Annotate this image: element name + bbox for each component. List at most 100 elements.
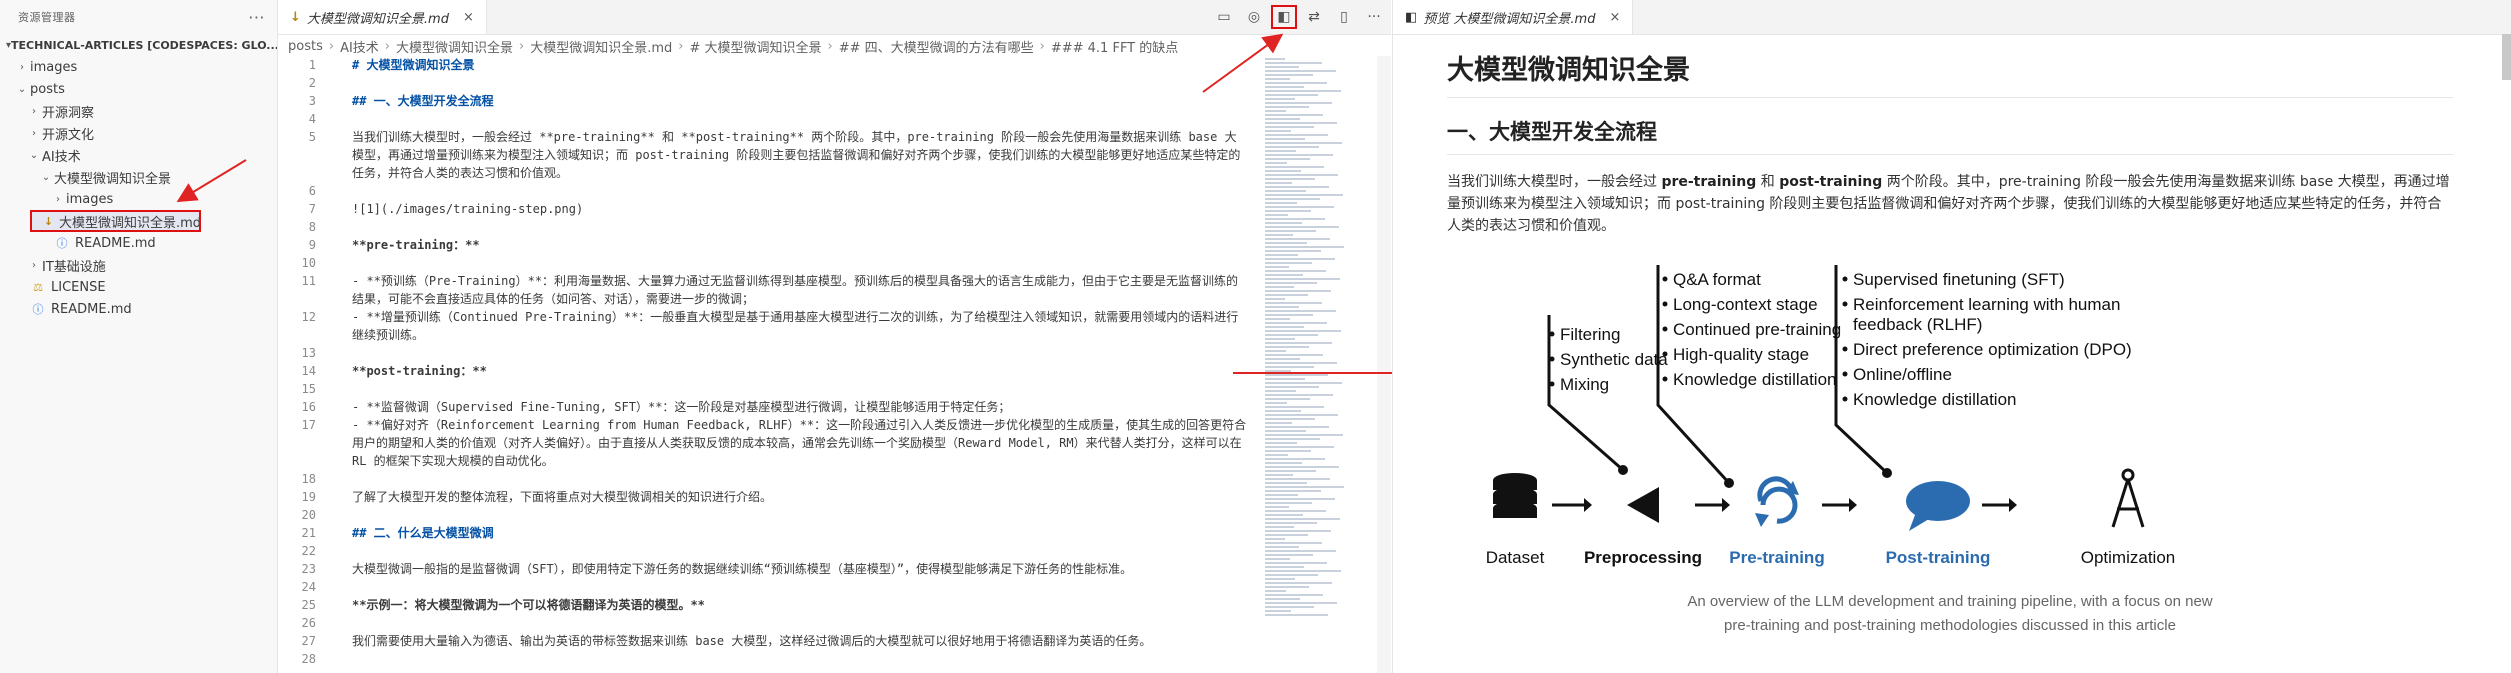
- minimap-line: [1265, 214, 1288, 216]
- stage-label: Optimization: [2081, 548, 2175, 567]
- code-line[interactable]: 10: [278, 254, 1258, 272]
- minimap-line: [1265, 82, 1327, 84]
- code-line[interactable]: 7 ![1](./images/training-step.png): [278, 200, 1258, 218]
- editor-scrollbar[interactable]: [1377, 56, 1391, 673]
- chevron-right-icon: ›: [519, 38, 525, 54]
- minimap-line: [1265, 126, 1314, 128]
- code-line[interactable]: 26: [278, 614, 1258, 632]
- preview-tab[interactable]: ◧ 预览 大模型微调知识全景.md ×: [1393, 0, 1634, 34]
- close-icon[interactable]: ×: [463, 10, 474, 25]
- refresh-icon: [1755, 513, 1769, 527]
- minimap-line: [1265, 462, 1302, 464]
- minimap-line: [1265, 458, 1325, 460]
- code-line[interactable]: 2: [278, 74, 1258, 92]
- tree-folder[interactable]: › images: [0, 56, 277, 78]
- code-line[interactable]: 25 **示例一：将大模型微调为一个可以将德语翻译为英语的模型。**: [278, 596, 1258, 614]
- code-line[interactable]: 18: [278, 470, 1258, 488]
- stage-label: Post-training: [1886, 548, 1991, 567]
- project-root[interactable]: ▾ TECHNICAL-ARTICLES [CODESPACES: GLO...: [0, 34, 277, 56]
- minimap-line: [1265, 570, 1341, 572]
- code-line[interactable]: 4: [278, 110, 1258, 128]
- line-number: 2: [308, 76, 316, 90]
- diagram-bullet-item-line: Reinforcement learning with human: [1853, 295, 2120, 314]
- minimap-line: [1265, 362, 1337, 364]
- line-text: - **增量预训练（Continued Pre-Training）**：一般垂直…: [352, 310, 1239, 342]
- line-number: 1: [308, 58, 316, 72]
- preview-section-heading: 一、大模型开发全流程: [1447, 116, 2453, 155]
- tree-folder[interactable]: ⌄ posts: [0, 78, 277, 100]
- code-line[interactable]: 21 ## 二、什么是大模型微调: [278, 524, 1258, 542]
- tree-file[interactable]: ↓ 大模型微调知识全景.md: [30, 210, 201, 232]
- compass-icon: [2121, 468, 2135, 482]
- code-line[interactable]: 8: [278, 218, 1258, 236]
- chevron-down-icon: ⌄: [29, 149, 39, 161]
- tree-file[interactable]: ⓘ README.md: [0, 298, 277, 320]
- tree-folder[interactable]: › images: [0, 188, 277, 210]
- tree-file[interactable]: ⓘ README.md: [0, 232, 277, 254]
- chevron-right-icon: ›: [328, 38, 335, 54]
- code-line[interactable]: 14 **post-training：**: [278, 362, 1258, 380]
- code-line[interactable]: 24: [278, 578, 1258, 596]
- breadcrumb-item[interactable]: 大模型微调知识全景.md: [530, 37, 672, 56]
- minimap-line: [1265, 518, 1340, 520]
- line-text: - **监督微调（Supervised Fine-Tuning, SFT）**：…: [352, 400, 1011, 414]
- editor-tab[interactable]: ↓ 大模型微调知识全景.md ×: [278, 0, 487, 34]
- code-line[interactable]: 20: [278, 506, 1258, 524]
- preview-title: 大模型微调知识全景: [1447, 48, 2453, 98]
- check-circle-icon[interactable]: ◎: [1245, 9, 1263, 25]
- code-line[interactable]: 3 ## 一、大模型开发全流程: [278, 92, 1258, 110]
- tree-folder[interactable]: › 开源洞察: [0, 100, 277, 122]
- line-number: 9: [308, 238, 316, 252]
- minimap-line: [1265, 254, 1298, 256]
- minimap-line: [1265, 222, 1302, 224]
- comment-icon[interactable]: ▭: [1215, 9, 1233, 25]
- code-line[interactable]: 23 大模型微调一般指的是监督微调（SFT），即使用特定下游任务的数据继续训练“预…: [278, 560, 1258, 578]
- tree-folder[interactable]: › IT基础设施: [0, 254, 277, 276]
- close-icon[interactable]: ×: [1609, 10, 1620, 25]
- code-line[interactable]: 15: [278, 380, 1258, 398]
- open-preview-to-side-icon[interactable]: ◧: [1271, 5, 1297, 29]
- breadcrumb-item[interactable]: ### 4.1 FFT 的缺点: [1051, 37, 1178, 56]
- code-line[interactable]: 22: [278, 542, 1258, 560]
- breadcrumb-item[interactable]: # 大模型微调知识全景: [689, 37, 821, 56]
- code-line[interactable]: 28: [278, 650, 1258, 668]
- compare-changes-icon[interactable]: ⇄: [1305, 9, 1323, 25]
- code-line[interactable]: 11 - **预训练（Pre-Training）**：利用海量数据、大量算力通过无…: [278, 272, 1258, 308]
- line-number: 15: [301, 382, 316, 396]
- code-line[interactable]: 19 了解了大模型开发的整体流程，下面将重点对大模型微调相关的知识进行介绍。: [278, 488, 1258, 506]
- code-line[interactable]: 1 # 大模型微调知识全景: [278, 56, 1258, 74]
- breadcrumb-item[interactable]: AI技术: [340, 37, 379, 56]
- tree-folder[interactable]: › 开源文化: [0, 122, 277, 144]
- code-editor[interactable]: 1 # 大模型微调知识全景 2 3 ## 一、大模型开发全流程 4 5 当我们训练大模型时，一…: [278, 56, 1258, 673]
- breadcrumb-item[interactable]: ## 四、大模型微调的方法有哪些: [839, 37, 1034, 56]
- tree-item-label: posts: [30, 81, 65, 97]
- code-line[interactable]: 17 - **偏好对齐（Reinforcement Learning from H…: [278, 416, 1258, 470]
- code-line[interactable]: 9 **pre-training：**: [278, 236, 1258, 254]
- minimap-line: [1265, 110, 1286, 112]
- preview-scrollbar[interactable]: [2502, 34, 2511, 80]
- breadcrumb-item[interactable]: posts: [288, 39, 323, 54]
- explorer-panel: 资源管理器 ··· ▾ TECHNICAL-ARTICLES [CODESPAC…: [0, 0, 278, 673]
- tree-file[interactable]: ⚖ LICENSE: [0, 276, 277, 298]
- chevron-down-icon: ⌄: [17, 83, 27, 95]
- stage-label: Pre-training: [1729, 548, 1824, 567]
- breadcrumb-item[interactable]: 大模型微调知识全景: [396, 37, 513, 56]
- diagram-bullet-item: Reinforcement learning with human feedbac…: [1853, 295, 2120, 334]
- preview-icon: ◧: [1405, 9, 1418, 25]
- code-line[interactable]: 13: [278, 344, 1258, 362]
- tree-folder[interactable]: ⌄ 大模型微调知识全景: [0, 166, 277, 188]
- bullet-dot: [1662, 351, 1668, 357]
- code-line[interactable]: 12 - **增量预训练（Continued Pre-Training）**：一般…: [278, 308, 1258, 344]
- minimap[interactable]: [1265, 56, 1353, 673]
- stage-label: Preprocessing: [1584, 548, 1702, 567]
- more-actions-icon[interactable]: ···: [248, 8, 265, 27]
- minimap-line: [1265, 74, 1313, 76]
- split-editor-icon[interactable]: ▯: [1335, 9, 1353, 25]
- code-line[interactable]: 6: [278, 182, 1258, 200]
- code-line[interactable]: 5 当我们训练大模型时，一般会经过 **pre-training** 和 **po…: [278, 128, 1258, 182]
- code-line[interactable]: 16 - **监督微调（Supervised Fine-Tuning, SFT）*…: [278, 398, 1258, 416]
- code-line[interactable]: 27 我们需要使用大量输入为德语、输出为英语的带标签数据来训练 base 大模型，…: [278, 632, 1258, 650]
- more-actions-icon[interactable]: ···: [1365, 9, 1383, 25]
- tree-folder[interactable]: ⌄ AI技术: [0, 144, 277, 166]
- line-text: ![1](./images/training-step.png): [352, 202, 584, 216]
